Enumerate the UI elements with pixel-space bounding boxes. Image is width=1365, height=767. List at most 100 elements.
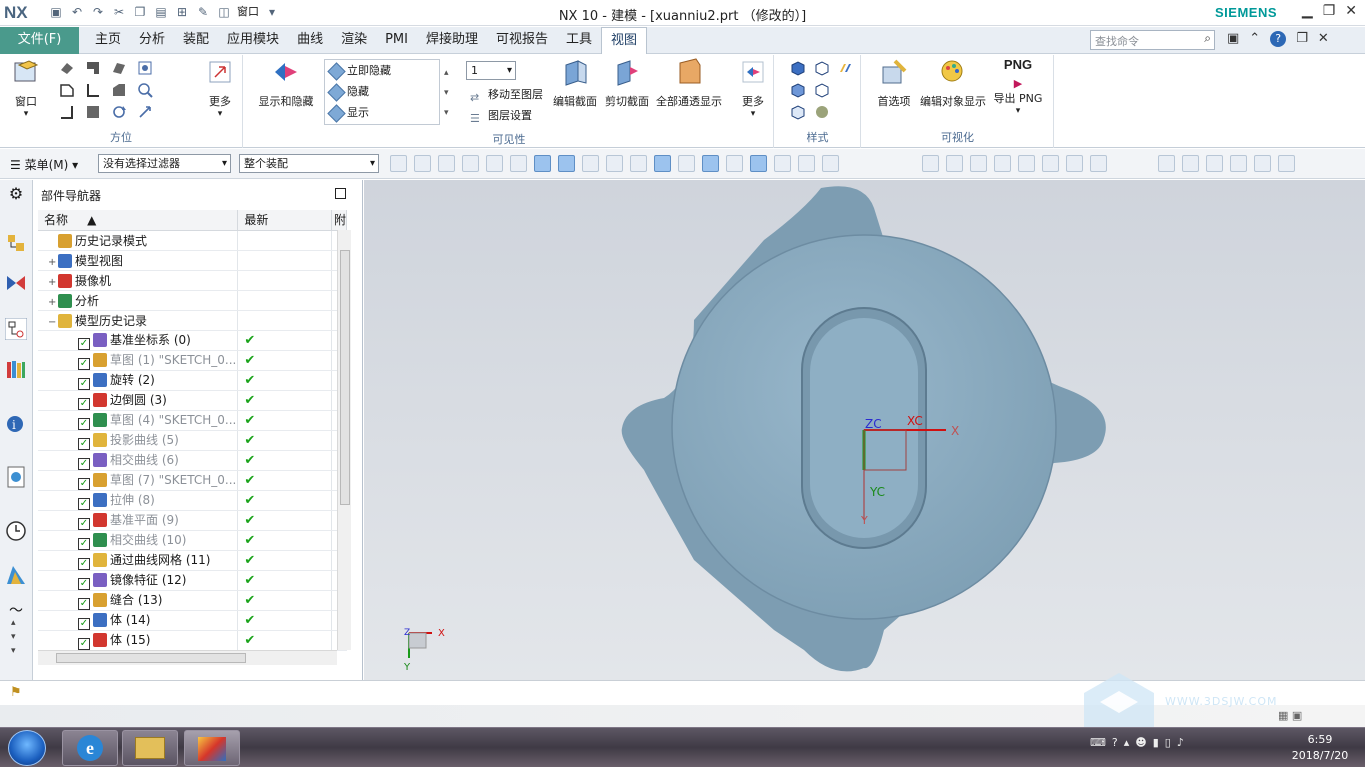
assembly-constraint-icon[interactable] <box>1158 155 1175 172</box>
navigator-row[interactable]: ✓ 缝合 (13) ✔ <box>38 590 348 611</box>
front-view-icon[interactable] <box>59 82 75 98</box>
replace-component-icon[interactable] <box>1230 155 1247 172</box>
rectangle-select-icon[interactable] <box>486 155 503 172</box>
collapse-ribbon-icon[interactable]: ⌃ <box>1249 31 1260 47</box>
visibility-checkbox[interactable]: ✓ <box>78 577 90 589</box>
more-button-1[interactable]: 更多 ▾ <box>200 57 240 119</box>
clock[interactable]: 6:59 2018/7/20 <box>1280 732 1360 764</box>
top-view-icon[interactable] <box>111 60 127 76</box>
type-filter-combo[interactable]: 没有选择过滤器 <box>98 154 231 173</box>
navigator-row[interactable]: ✓ 边倒圆 (3) ✔ <box>38 390 348 411</box>
row-name-cell[interactable]: ✓ 草图 (7) "SKETCH_0... <box>38 470 239 491</box>
intersection-snap-icon[interactable] <box>750 155 767 172</box>
tab-9[interactable]: 工具 <box>557 27 601 54</box>
visibility-checkbox[interactable]: ✓ <box>78 337 90 349</box>
navigator-row[interactable]: + 模型视图 <box>38 250 348 271</box>
tab-10[interactable]: 视图 <box>601 27 648 54</box>
orient-view-icon[interactable] <box>994 155 1011 172</box>
zoom-window-icon[interactable] <box>946 155 963 172</box>
redo-icon[interactable]: ↷ <box>90 4 106 20</box>
part-navigator-icon[interactable] <box>5 318 27 340</box>
expand-toggle-icon[interactable]: + <box>48 297 58 308</box>
taskbar-nx-button[interactable] <box>184 730 240 766</box>
navigator-row[interactable]: ✓ 相交曲线 (10) ✔ <box>38 530 348 551</box>
window-button[interactable]: 窗口 ▾ <box>6 57 46 119</box>
move-to-layer-button[interactable]: ⇄ 移动至图层 <box>468 85 543 105</box>
visibility-checkbox[interactable]: ✓ <box>78 617 90 629</box>
navigator-row[interactable]: ✓ 草图 (1) "SKETCH_0... ✔ <box>38 350 348 371</box>
bottom-view-icon[interactable] <box>59 104 75 120</box>
quadrant-snap-icon[interactable] <box>726 155 743 172</box>
add-component-icon[interactable] <box>1206 155 1223 172</box>
select-curve-icon[interactable] <box>606 155 623 172</box>
rotate-view-icon[interactable] <box>970 155 987 172</box>
select-all-icon[interactable] <box>438 155 455 172</box>
row-name-cell[interactable]: ✓ 投影曲线 (5) <box>38 430 239 451</box>
show-all-through-button[interactable]: 全部通透显示 <box>654 57 724 109</box>
navigator-row[interactable]: ✓ 体 (15) ✔ <box>38 630 348 651</box>
maximize-icon[interactable] <box>335 188 346 199</box>
existing-point-icon[interactable] <box>822 155 839 172</box>
tab-2[interactable]: 装配 <box>174 27 218 54</box>
fit-icon[interactable] <box>922 155 939 172</box>
work-layer-combo[interactable]: 1 <box>466 61 516 80</box>
network-icon[interactable]: ▮ <box>1153 736 1159 749</box>
navigator-row[interactable]: ✓ 草图 (7) "SKETCH_0... ✔ <box>38 470 348 491</box>
fullscreen-icon[interactable]: ▣ <box>1227 31 1239 47</box>
navigator-row[interactable]: + 摄像机 <box>38 270 348 291</box>
navigator-row[interactable]: + 分析 <box>38 290 348 311</box>
tab-0[interactable]: 主页 <box>86 27 130 54</box>
tab-7[interactable]: 焊接助理 <box>417 27 487 54</box>
visibility-checkbox[interactable]: ✓ <box>78 517 90 529</box>
window-menu[interactable]: 窗口 <box>237 4 259 20</box>
menu-button[interactable]: ☰ 菜单(M) ▾ <box>10 156 78 173</box>
shaded-icon[interactable] <box>814 60 830 76</box>
scrollbar-thumb[interactable] <box>340 250 350 505</box>
work-layer-icon[interactable] <box>1066 155 1083 172</box>
tab-4[interactable]: 曲线 <box>288 27 332 54</box>
info-icon[interactable]: i <box>5 412 27 434</box>
history-clock-icon[interactable] <box>5 520 27 542</box>
reference-set-icon[interactable] <box>1254 155 1271 172</box>
volume-icon[interactable]: ♪ <box>1177 736 1184 749</box>
row-name-cell[interactable]: 历史记录模式 <box>38 230 239 251</box>
expand-toggle-icon[interactable]: + <box>48 257 58 268</box>
doc-restore-button[interactable]: ❐ <box>1296 31 1308 47</box>
move-component-icon[interactable] <box>1182 155 1199 172</box>
expand-toggle-icon[interactable]: − <box>48 317 58 328</box>
deselect-icon[interactable] <box>462 155 479 172</box>
row-name-cell[interactable]: ✓ 体 (15) <box>38 630 239 651</box>
tab-5[interactable]: 渲染 <box>332 27 376 54</box>
navigator-vertical-scrollbar[interactable] <box>337 230 351 650</box>
navigator-row[interactable]: ✓ 草图 (4) "SKETCH_0... ✔ <box>38 410 348 431</box>
row-name-cell[interactable]: ✓ 草图 (4) "SKETCH_0... <box>38 410 239 431</box>
column-header-latest[interactable]: 最新 <box>237 210 332 231</box>
visibility-checkbox[interactable]: ✓ <box>78 597 90 609</box>
row-name-cell[interactable]: ✓ 相交曲线 (10) <box>38 530 239 551</box>
copy-icon[interactable]: ❐ <box>132 4 148 20</box>
show-and-hide-button[interactable]: 显示和隐藏 <box>254 57 318 109</box>
paste-icon[interactable]: ▤ <box>153 4 169 20</box>
hidden-edges-icon[interactable] <box>814 82 830 98</box>
taskbar-explorer-button[interactable] <box>122 730 178 766</box>
row-name-cell[interactable]: ✓ 镜像特征 (12) <box>38 570 239 591</box>
curve-rule-icon[interactable] <box>630 155 647 172</box>
chevron-down-icon[interactable]: ▾ <box>264 4 280 20</box>
fit-view-icon[interactable] <box>137 60 153 76</box>
restore-button[interactable]: ❐ <box>1323 3 1336 19</box>
show-item[interactable]: 显示 <box>325 102 439 123</box>
snap-point-icon[interactable] <box>558 155 575 172</box>
shaded-with-edges-icon[interactable] <box>790 60 806 76</box>
navigator-row[interactable]: − 模型历史记录 <box>38 310 348 331</box>
row-name-cell[interactable]: ✓ 草图 (1) "SKETCH_0... <box>38 350 239 371</box>
navigator-row[interactable]: ✓ 基准平面 (9) ✔ <box>38 510 348 531</box>
visibility-checkbox[interactable]: ✓ <box>78 637 90 649</box>
assembly-filter-icon[interactable] <box>390 155 407 172</box>
row-name-cell[interactable]: ✓ 拉伸 (8) <box>38 490 239 511</box>
touch-mode-icon[interactable]: ✎ <box>195 4 211 20</box>
studio-icon[interactable] <box>838 60 854 76</box>
endpoint-snap-icon[interactable] <box>654 155 671 172</box>
zoom-icon[interactable] <box>137 82 153 98</box>
navigator-row[interactable]: ✓ 相交曲线 (6) ✔ <box>38 450 348 471</box>
visibility-checkbox[interactable]: ✓ <box>78 417 90 429</box>
